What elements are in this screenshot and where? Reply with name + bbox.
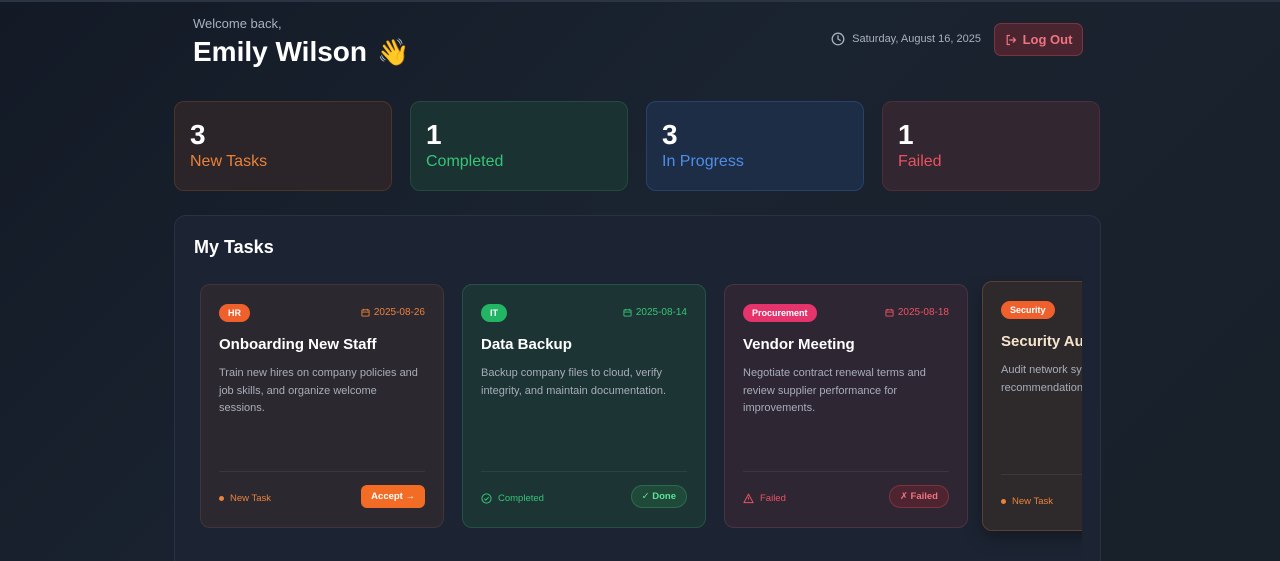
accept-button[interactable]: Accept → xyxy=(361,485,425,508)
status-text: Completed xyxy=(498,493,544,504)
task-title: Data Backup xyxy=(481,336,572,353)
logout-icon xyxy=(1006,34,1016,45)
category-badge: HR xyxy=(219,304,250,322)
status-text: New Task xyxy=(230,493,272,504)
task-description: Backup company files to cloud, verify in… xyxy=(481,367,667,397)
user-name-heading: Emily Wilson 👋 xyxy=(193,36,409,68)
task-card[interactable]: HR 2025-08-26 Onboarding New Staff Train… xyxy=(200,284,444,528)
status-text: New Task xyxy=(1012,496,1054,507)
top-border xyxy=(0,0,1280,2)
card-divider xyxy=(1001,474,1082,475)
welcome-text: Welcome back, xyxy=(193,16,282,31)
panel-title: My Tasks xyxy=(194,237,274,257)
clock-icon xyxy=(831,32,845,46)
stat-card-completed: 1 Completed xyxy=(410,101,628,191)
task-status: New Task xyxy=(1001,496,1053,507)
task-date: 2025-08-14 xyxy=(623,307,687,318)
date-text: 2025-08-18 xyxy=(897,307,949,318)
done-badge: ✓ Done xyxy=(630,485,687,508)
card-divider xyxy=(743,471,949,472)
stat-count: 1 xyxy=(898,119,914,150)
task-card[interactable]: Procurement 2025-08-18 Vendor Meeting Ne… xyxy=(724,284,968,528)
task-cards-scroller[interactable]: HR 2025-08-26 Onboarding New Staff Train… xyxy=(175,276,1082,561)
stat-card-new-tasks: 3 New Tasks xyxy=(174,101,392,191)
task-title: Security Au xyxy=(1001,333,1082,350)
logout-button[interactable]: Log Out xyxy=(994,23,1083,56)
task-date: 2025-08-18 xyxy=(885,307,949,318)
date-text: 2025-08-14 xyxy=(635,307,687,318)
stat-count: 1 xyxy=(426,119,442,150)
calendar-icon xyxy=(361,308,370,317)
task-status: Completed xyxy=(481,493,544,504)
stat-label: Failed xyxy=(898,153,942,170)
user-name: Emily Wilson xyxy=(193,36,368,67)
stat-label: Completed xyxy=(426,153,504,170)
stat-count: 3 xyxy=(190,119,206,150)
task-title: Vendor Meeting xyxy=(743,336,855,353)
dashboard-header: Welcome back, Emily Wilson 👋 Saturday, Au… xyxy=(193,14,1083,74)
check-circle-icon xyxy=(481,493,492,504)
category-badge: IT xyxy=(481,304,507,322)
stat-label: New Tasks xyxy=(190,153,268,170)
task-title: Onboarding New Staff xyxy=(219,336,377,353)
wave-emoji-icon: 👋 xyxy=(377,37,410,67)
stat-count: 3 xyxy=(662,119,678,150)
task-description: Negotiate contract renewal terms and rev… xyxy=(743,367,926,414)
calendar-icon xyxy=(885,308,894,317)
status-text: Failed xyxy=(760,493,786,504)
calendar-icon xyxy=(623,308,632,317)
category-badge: Procurement xyxy=(743,304,817,322)
stat-card-failed: 1 Failed xyxy=(882,101,1100,191)
task-card[interactable]: Security Security Au Audit network sy an… xyxy=(982,281,1082,531)
task-card[interactable]: IT 2025-08-14 Data Backup Backup company… xyxy=(462,284,706,528)
task-date: 2025-08-26 xyxy=(361,307,425,318)
card-divider xyxy=(481,471,687,472)
date-text: Saturday, August 16, 2025 xyxy=(852,33,981,45)
task-description: Train new hires on company policies and … xyxy=(219,367,418,414)
category-badge: Security xyxy=(1001,301,1055,319)
logout-label: Log Out xyxy=(1022,32,1073,47)
stat-label: In Progress xyxy=(662,153,744,170)
card-divider xyxy=(219,471,425,472)
status-dot-icon xyxy=(1001,499,1006,504)
task-status: New Task xyxy=(219,493,271,504)
stat-card-in-progress: 3 In Progress xyxy=(646,101,864,191)
status-dot-icon xyxy=(219,496,224,501)
task-status: Failed xyxy=(743,493,786,504)
failed-badge: ✗ Failed xyxy=(888,485,949,508)
warning-icon xyxy=(743,493,754,504)
task-description: Audit network sy and prepare a re recomm… xyxy=(1001,364,1082,394)
date-text: 2025-08-26 xyxy=(373,307,425,318)
current-date: Saturday, August 16, 2025 xyxy=(831,32,981,46)
my-tasks-panel: My Tasks HR 2025-08-26 Onboarding New St… xyxy=(174,215,1101,561)
